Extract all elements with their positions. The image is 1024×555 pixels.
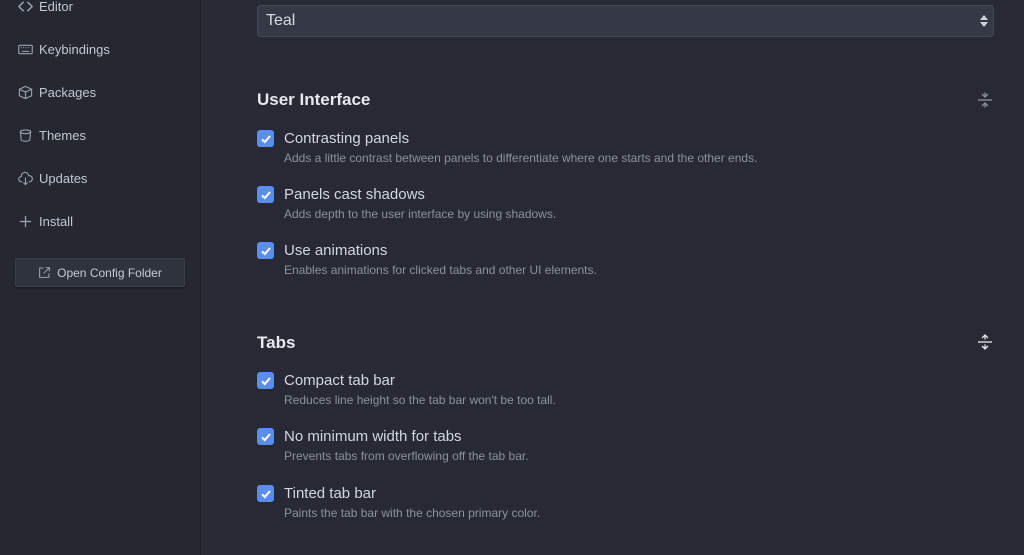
sidebar-item-label: Editor: [39, 0, 73, 14]
sidebar-item-label: Updates: [39, 170, 88, 186]
option-description: Prevents tabs from overflowing off the t…: [284, 449, 529, 463]
paintcan-icon: [17, 127, 33, 143]
sidebar-item-editor[interactable]: Editor: [17, 0, 73, 16]
sidebar-item-label: Themes: [39, 127, 86, 143]
cloud-download-icon: [17, 170, 33, 186]
checkbox[interactable]: [257, 242, 274, 259]
sidebar-item-keybindings[interactable]: Keybindings: [17, 39, 110, 59]
sidebar-item-label: Packages: [39, 84, 97, 100]
option-label[interactable]: No minimum width for tabs: [284, 428, 462, 445]
option-label[interactable]: Use animations: [284, 242, 387, 259]
section-title-tabs: Tabs: [257, 333, 296, 352]
link-external-icon: [38, 266, 52, 280]
unfold-icon[interactable]: [977, 334, 993, 350]
checkbox[interactable]: [257, 130, 274, 147]
sidebar-item-install[interactable]: Install: [17, 211, 73, 231]
select-value: Teal: [266, 12, 296, 29]
plus-icon: [17, 213, 33, 229]
open-config-folder-button[interactable]: Open Config Folder: [15, 258, 185, 287]
settings-panel: Teal User Interface Contrasting panels A…: [202, 0, 1024, 555]
sidebar-item-updates[interactable]: Updates: [17, 168, 87, 188]
checkbox[interactable]: [257, 372, 274, 389]
option-description: Adds depth to the user interface by usin…: [284, 207, 557, 221]
option-label[interactable]: Contrasting panels: [284, 130, 409, 147]
option-description: Adds a little contrast between panels to…: [284, 151, 758, 165]
settings-sidebar: Editor Keybindings Packages Themes Updat…: [0, 0, 201, 555]
checkbox[interactable]: [257, 186, 274, 203]
option-description: Paints the tab bar with the chosen prima…: [284, 506, 541, 520]
checkbox[interactable]: [257, 428, 274, 445]
package-icon: [17, 84, 33, 100]
option-label[interactable]: Compact tab bar: [284, 372, 395, 389]
option-label[interactable]: Panels cast shadows: [284, 186, 425, 203]
option-description: Reduces line height so the tab bar won't…: [284, 393, 556, 407]
option-description: Enables animations for clicked tabs and …: [284, 263, 597, 277]
option-label[interactable]: Tinted tab bar: [284, 485, 376, 502]
checkbox[interactable]: [257, 485, 274, 502]
theme-color-select[interactable]: Teal: [257, 5, 994, 37]
section-title-user-interface: User Interface: [257, 90, 371, 109]
fold-icon[interactable]: [977, 92, 993, 108]
config-button-label: Open Config Folder: [57, 265, 162, 280]
sidebar-item-packages[interactable]: Packages: [17, 82, 96, 102]
sidebar-item-label: Keybindings: [39, 41, 110, 57]
sidebar-item-themes[interactable]: Themes: [17, 125, 86, 145]
code-icon: [17, 0, 33, 14]
sidebar-item-label: Install: [39, 213, 73, 229]
select-arrows-icon: [979, 13, 989, 29]
keyboard-icon: [17, 41, 33, 57]
